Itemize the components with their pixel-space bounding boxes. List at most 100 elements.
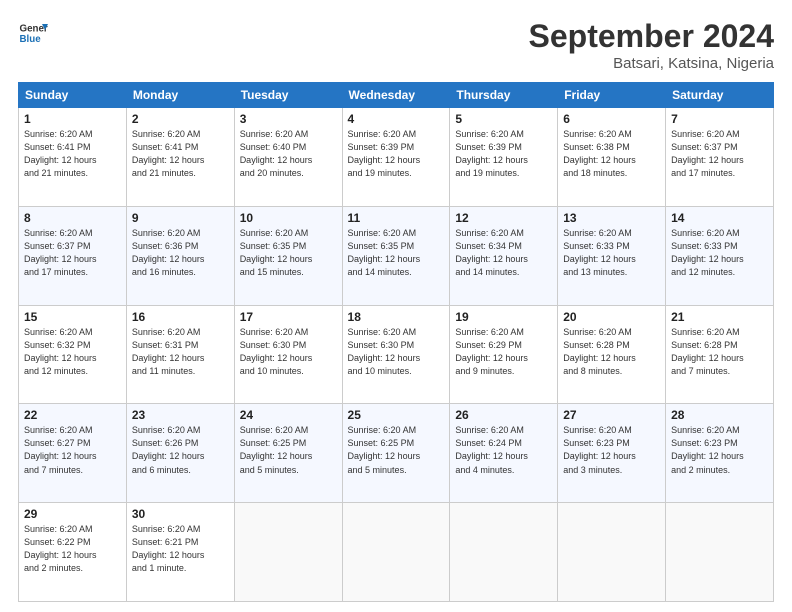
calendar-cell: 1 Sunrise: 6:20 AM Sunset: 6:41 PM Daylig…: [19, 108, 127, 207]
calendar-cell: 4 Sunrise: 6:20 AM Sunset: 6:39 PM Daylig…: [342, 108, 450, 207]
day-info: Sunrise: 6:20 AM Sunset: 6:22 PM Dayligh…: [24, 523, 121, 575]
calendar-cell: 22Sunrise: 6:20 AM Sunset: 6:27 PM Dayli…: [19, 404, 127, 503]
calendar-cell: 27 Sunrise: 6:20 AM Sunset: 6:23 PM Dayli…: [558, 404, 666, 503]
calendar-cell: 15 Sunrise: 6:20 AM Sunset: 6:32 PM Dayli…: [19, 305, 127, 404]
day-number: 1: [24, 112, 121, 126]
calendar-cell: 7Sunrise: 6:20 AM Sunset: 6:37 PM Daylig…: [666, 108, 774, 207]
calendar-cell: 28Sunrise: 6:20 AM Sunset: 6:23 PM Dayli…: [666, 404, 774, 503]
calendar-cell: 25 Sunrise: 6:20 AM Sunset: 6:25 PM Dayli…: [342, 404, 450, 503]
calendar-cell: [558, 503, 666, 602]
calendar-cell: 14 Sunrise: 6:20 AM Sunset: 6:33 PM Dayli…: [666, 206, 774, 305]
weekday-header: Friday: [558, 83, 666, 108]
day-info: Sunrise: 6:20 AM Sunset: 6:41 PM Dayligh…: [24, 128, 121, 180]
page: General Blue September 2024 Batsari, Kat…: [0, 0, 792, 612]
day-number: 6: [563, 112, 660, 126]
calendar-cell: [342, 503, 450, 602]
day-number: 3: [240, 112, 337, 126]
day-number: 15: [24, 310, 121, 324]
day-info: Sunrise: 6:20 AM Sunset: 6:21 PM Dayligh…: [132, 523, 229, 575]
day-number: 26: [455, 408, 552, 422]
calendar-cell: 16 Sunrise: 6:20 AM Sunset: 6:31 PM Dayli…: [126, 305, 234, 404]
day-number: 18: [348, 310, 445, 324]
weekday-header: Monday: [126, 83, 234, 108]
header: General Blue September 2024 Batsari, Kat…: [18, 18, 774, 72]
day-number: 5: [455, 112, 552, 126]
day-info: Sunrise: 6:20 AM Sunset: 6:41 PM Dayligh…: [132, 128, 229, 180]
day-number: 23: [132, 408, 229, 422]
day-number: 25: [348, 408, 445, 422]
day-number: 14: [671, 211, 768, 225]
calendar-cell: [234, 503, 342, 602]
day-number: 24: [240, 408, 337, 422]
day-info: Sunrise: 6:20 AM Sunset: 6:39 PM Dayligh…: [348, 128, 445, 180]
calendar-cell: 3 Sunrise: 6:20 AM Sunset: 6:40 PM Daylig…: [234, 108, 342, 207]
day-number: 12: [455, 211, 552, 225]
day-number: 4: [348, 112, 445, 126]
calendar-cell: 18 Sunrise: 6:20 AM Sunset: 6:30 PM Dayli…: [342, 305, 450, 404]
calendar-cell: 21 Sunrise: 6:20 AM Sunset: 6:28 PM Dayli…: [666, 305, 774, 404]
day-info: Sunrise: 6:20 AM Sunset: 6:25 PM Dayligh…: [348, 424, 445, 476]
day-info: Sunrise: 6:20 AM Sunset: 6:25 PM Dayligh…: [240, 424, 337, 476]
title-block: September 2024 Batsari, Katsina, Nigeria: [529, 18, 774, 72]
day-info: Sunrise: 6:20 AM Sunset: 6:40 PM Dayligh…: [240, 128, 337, 180]
day-number: 19: [455, 310, 552, 324]
day-info: Sunrise: 6:20 AM Sunset: 6:36 PM Dayligh…: [132, 227, 229, 279]
day-info: Sunrise: 6:20 AM Sunset: 6:26 PM Dayligh…: [132, 424, 229, 476]
day-info: Sunrise: 6:20 AM Sunset: 6:30 PM Dayligh…: [240, 326, 337, 378]
calendar-cell: 13Sunrise: 6:20 AM Sunset: 6:33 PM Dayli…: [558, 206, 666, 305]
logo-icon: General Blue: [18, 18, 48, 48]
calendar-table: SundayMondayTuesdayWednesdayThursdayFrid…: [18, 82, 774, 602]
day-number: 9: [132, 211, 229, 225]
day-info: Sunrise: 6:20 AM Sunset: 6:30 PM Dayligh…: [348, 326, 445, 378]
day-info: Sunrise: 6:20 AM Sunset: 6:29 PM Dayligh…: [455, 326, 552, 378]
day-number: 16: [132, 310, 229, 324]
logo: General Blue: [18, 18, 48, 48]
calendar-cell: 24 Sunrise: 6:20 AM Sunset: 6:25 PM Dayli…: [234, 404, 342, 503]
day-info: Sunrise: 6:20 AM Sunset: 6:23 PM Dayligh…: [671, 424, 768, 476]
calendar-cell: 2 Sunrise: 6:20 AM Sunset: 6:41 PM Daylig…: [126, 108, 234, 207]
day-info: Sunrise: 6:20 AM Sunset: 6:31 PM Dayligh…: [132, 326, 229, 378]
day-info: Sunrise: 6:20 AM Sunset: 6:39 PM Dayligh…: [455, 128, 552, 180]
day-number: 27: [563, 408, 660, 422]
day-number: 29: [24, 507, 121, 521]
day-number: 2: [132, 112, 229, 126]
day-info: Sunrise: 6:20 AM Sunset: 6:32 PM Dayligh…: [24, 326, 121, 378]
calendar-cell: 19 Sunrise: 6:20 AM Sunset: 6:29 PM Dayli…: [450, 305, 558, 404]
day-number: 21: [671, 310, 768, 324]
day-info: Sunrise: 6:20 AM Sunset: 6:24 PM Dayligh…: [455, 424, 552, 476]
day-number: 17: [240, 310, 337, 324]
calendar-cell: 8Sunrise: 6:20 AM Sunset: 6:37 PM Daylig…: [19, 206, 127, 305]
calendar-cell: 9 Sunrise: 6:20 AM Sunset: 6:36 PM Daylig…: [126, 206, 234, 305]
calendar-week-row: 15 Sunrise: 6:20 AM Sunset: 6:32 PM Dayli…: [19, 305, 774, 404]
day-number: 20: [563, 310, 660, 324]
calendar-cell: [666, 503, 774, 602]
day-info: Sunrise: 6:20 AM Sunset: 6:23 PM Dayligh…: [563, 424, 660, 476]
calendar-cell: 26 Sunrise: 6:20 AM Sunset: 6:24 PM Dayli…: [450, 404, 558, 503]
day-number: 13: [563, 211, 660, 225]
calendar-cell: 17 Sunrise: 6:20 AM Sunset: 6:30 PM Dayli…: [234, 305, 342, 404]
weekday-header: Wednesday: [342, 83, 450, 108]
calendar-cell: 29 Sunrise: 6:20 AM Sunset: 6:22 PM Dayli…: [19, 503, 127, 602]
calendar-cell: 30Sunrise: 6:20 AM Sunset: 6:21 PM Dayli…: [126, 503, 234, 602]
day-info: Sunrise: 6:20 AM Sunset: 6:37 PM Dayligh…: [24, 227, 121, 279]
day-info: Sunrise: 6:20 AM Sunset: 6:34 PM Dayligh…: [455, 227, 552, 279]
calendar-week-row: 22Sunrise: 6:20 AM Sunset: 6:27 PM Dayli…: [19, 404, 774, 503]
day-info: Sunrise: 6:20 AM Sunset: 6:33 PM Dayligh…: [671, 227, 768, 279]
day-info: Sunrise: 6:20 AM Sunset: 6:28 PM Dayligh…: [563, 326, 660, 378]
calendar-cell: 23 Sunrise: 6:20 AM Sunset: 6:26 PM Dayli…: [126, 404, 234, 503]
calendar-header-row: SundayMondayTuesdayWednesdayThursdayFrid…: [19, 83, 774, 108]
day-number: 11: [348, 211, 445, 225]
calendar-cell: 20 Sunrise: 6:20 AM Sunset: 6:28 PM Dayli…: [558, 305, 666, 404]
svg-text:Blue: Blue: [20, 34, 42, 45]
calendar-cell: 10 Sunrise: 6:20 AM Sunset: 6:35 PM Dayli…: [234, 206, 342, 305]
calendar-week-row: 1 Sunrise: 6:20 AM Sunset: 6:41 PM Daylig…: [19, 108, 774, 207]
day-number: 10: [240, 211, 337, 225]
month-title: September 2024: [529, 18, 774, 55]
day-info: Sunrise: 6:20 AM Sunset: 6:35 PM Dayligh…: [240, 227, 337, 279]
subtitle: Batsari, Katsina, Nigeria: [529, 55, 774, 72]
day-number: 22: [24, 408, 121, 422]
calendar-cell: 6 Sunrise: 6:20 AM Sunset: 6:38 PM Daylig…: [558, 108, 666, 207]
day-info: Sunrise: 6:20 AM Sunset: 6:28 PM Dayligh…: [671, 326, 768, 378]
calendar-cell: 5 Sunrise: 6:20 AM Sunset: 6:39 PM Daylig…: [450, 108, 558, 207]
day-info: Sunrise: 6:20 AM Sunset: 6:38 PM Dayligh…: [563, 128, 660, 180]
